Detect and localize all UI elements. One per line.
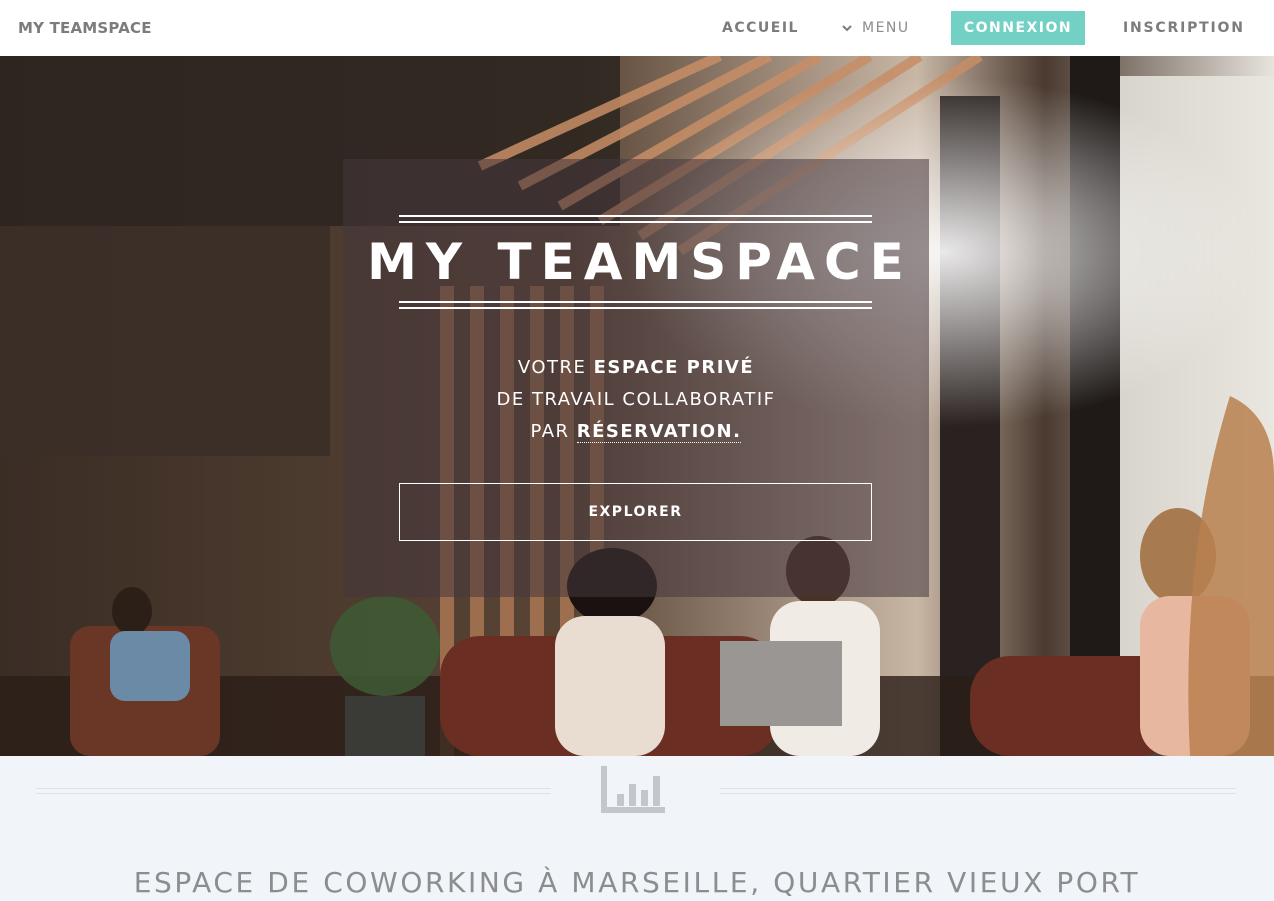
bar-chart-icon — [601, 766, 665, 813]
explore-button[interactable]: EXPLORER — [399, 483, 872, 541]
title-top-rule — [399, 215, 872, 217]
title-top-rule-2 — [399, 221, 872, 223]
section-divider-right — [720, 788, 1236, 794]
inscription-link[interactable]: INSCRIPTION — [1123, 0, 1245, 56]
section-title: ESPACE DE COWORKING À MARSEILLE, QUARTIE… — [133, 866, 1141, 899]
section-divider-left — [36, 788, 551, 794]
intro-section: ESPACE DE COWORKING À MARSEILLE, QUARTIE… — [0, 756, 1274, 901]
hero-overlay-box: MY TEAMSPACE VOTRE ESPACE PRIVÉ DE TRAVA… — [343, 159, 929, 597]
chevron-down-icon — [842, 2, 854, 58]
top-navbar: MY TEAMSPACE ACCUEIL MENU CONNEXION INSC… — [0, 0, 1274, 56]
hero-subtitle: VOTRE ESPACE PRIVÉ DE TRAVAIL COLLABORAT… — [343, 352, 929, 448]
hero-title: MY TEAMSPACE — [367, 233, 913, 291]
brand-logo-text[interactable]: MY TEAMSPACE — [18, 19, 152, 37]
subtitle-emphasis: ESPACE PRIVÉ — [593, 357, 755, 378]
reservation-link[interactable]: RÉSERVATION. — [576, 421, 742, 443]
nav-menu-label: MENU — [862, 20, 910, 36]
nav-menu-dropdown[interactable]: MENU — [842, 0, 910, 56]
title-bottom-rule — [399, 301, 872, 303]
connexion-button[interactable]: CONNEXION — [951, 11, 1085, 45]
title-bottom-rule-2 — [399, 307, 872, 309]
hero-section: MY TEAMSPACE VOTRE ESPACE PRIVÉ DE TRAVA… — [0, 56, 1274, 756]
nav-accueil-link[interactable]: ACCUEIL — [722, 0, 799, 56]
subtitle-par: PAR — [530, 421, 577, 442]
subtitle-line-2: DE TRAVAIL COLLABORATIF — [496, 389, 776, 410]
subtitle-prefix: VOTRE — [517, 357, 594, 378]
